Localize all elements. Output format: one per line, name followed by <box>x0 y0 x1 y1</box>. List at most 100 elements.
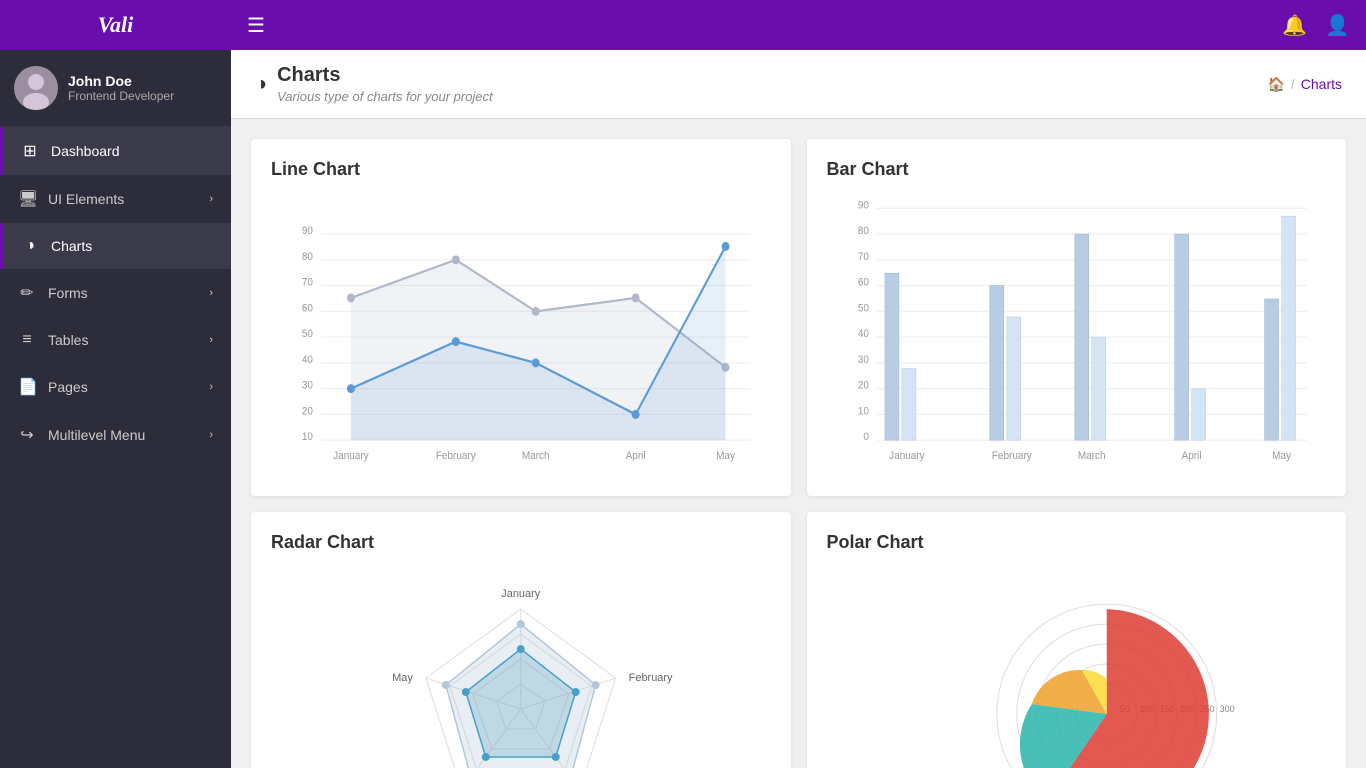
svg-text:30: 30 <box>302 379 313 392</box>
content-area: Line Chart 10 20 30 40 <box>231 119 1366 768</box>
ui-elements-icon: 🖥 <box>18 189 36 209</box>
svg-text:0: 0 <box>863 431 869 444</box>
svg-text:March: March <box>522 450 550 463</box>
avatar <box>14 66 58 110</box>
sidebar-item-charts[interactable]: ◑ Charts <box>0 223 231 269</box>
sidebar-item-ui-elements[interactable]: 🖥 UI Elements › <box>0 175 231 223</box>
dashboard-icon: ⊞ <box>21 141 39 161</box>
sidebar-item-tables[interactable]: ≡ Tables › <box>0 317 231 363</box>
sidebar-user-info: John Doe Frontend Developer <box>68 73 174 103</box>
svg-text:May: May <box>1272 450 1292 463</box>
bar-chart-title: Bar Chart <box>827 159 1327 180</box>
line-chart-card: Line Chart 10 20 30 40 <box>251 139 791 496</box>
sidebar-nav: ⊞ Dashboard 🖥 UI Elements › ◑ Charts ✏ F… <box>0 127 231 768</box>
breadcrumb: 🏠 / Charts <box>1267 76 1342 93</box>
breadcrumb-separator: / <box>1291 76 1295 92</box>
breadcrumb-current[interactable]: Charts <box>1301 76 1342 92</box>
main-content: ☰ 🔔 👤 ◑ Charts Various type of charts fo… <box>231 0 1366 768</box>
line-chart-title: Line Chart <box>271 159 771 180</box>
svg-text:300: 300 <box>1219 704 1234 714</box>
polar-chart-container: 300 250 200 150 100 50 <box>827 569 1327 768</box>
user-name: John Doe <box>68 73 174 89</box>
sidebar-item-label: UI Elements <box>48 191 209 207</box>
svg-text:80: 80 <box>857 225 868 238</box>
bar-chart-svg: 0 10 20 30 40 50 60 70 80 90 <box>827 196 1327 476</box>
charts-page-icon: ◑ <box>255 73 267 96</box>
sidebar: Vali John Doe Frontend Developer ⊞ Dashb… <box>0 0 231 768</box>
sidebar-item-multilevel[interactable]: ↪ Multilevel Menu › <box>0 411 231 459</box>
svg-text:10: 10 <box>302 431 313 444</box>
sidebar-item-label: Forms <box>48 285 209 301</box>
svg-text:90: 90 <box>302 225 313 238</box>
svg-text:20: 20 <box>302 405 313 418</box>
notification-icon[interactable]: 🔔 <box>1282 13 1307 38</box>
sidebar-item-label: Tables <box>48 332 209 348</box>
bar-chart-container: 0 10 20 30 40 50 60 70 80 90 <box>827 196 1327 476</box>
polar-chart-title: Polar Chart <box>827 532 1327 553</box>
polar-chart-card: Polar Chart 300 250 <box>807 512 1347 768</box>
svg-text:50: 50 <box>857 302 868 315</box>
svg-text:40: 40 <box>302 353 313 366</box>
polar-chart-svg: 300 250 200 150 100 50 <box>827 569 1327 768</box>
svg-text:January: January <box>501 588 541 600</box>
svg-text:30: 30 <box>857 353 868 366</box>
svg-text:March: March <box>1077 450 1105 463</box>
svg-text:January: January <box>889 450 925 463</box>
svg-text:January: January <box>333 450 369 463</box>
sidebar-item-label: Charts <box>51 238 213 254</box>
line-chart-container: 10 20 30 40 50 60 70 80 90 <box>271 196 771 476</box>
chevron-right-icon: › <box>209 429 213 441</box>
page-title-group: Charts Various type of charts for your p… <box>277 64 493 104</box>
svg-text:40: 40 <box>857 328 868 341</box>
svg-text:May: May <box>392 672 413 684</box>
svg-text:April: April <box>1181 450 1201 463</box>
user-role: Frontend Developer <box>68 89 174 103</box>
chevron-right-icon: › <box>209 193 213 205</box>
sidebar-item-label: Pages <box>48 379 209 395</box>
radar-chart-card: Radar Chart <box>251 512 791 768</box>
svg-text:10: 10 <box>857 405 868 418</box>
charts-grid: Line Chart 10 20 30 40 <box>251 139 1346 768</box>
svg-text:April: April <box>626 450 646 463</box>
svg-text:70: 70 <box>857 250 868 263</box>
page-header-left: ◑ Charts Various type of charts for your… <box>255 64 493 104</box>
multilevel-icon: ↪ <box>18 425 36 445</box>
sidebar-item-dashboard[interactable]: ⊞ Dashboard <box>0 127 231 175</box>
brand-name: Vali <box>98 12 133 38</box>
svg-text:70: 70 <box>302 276 313 289</box>
topbar-icons: 🔔 👤 <box>1282 13 1350 38</box>
sidebar-item-label: Multilevel Menu <box>48 427 209 443</box>
chevron-right-icon: › <box>209 287 213 299</box>
charts-icon: ◑ <box>21 237 39 255</box>
chevron-right-icon: › <box>209 334 213 346</box>
chevron-right-icon: › <box>209 381 213 393</box>
bar-chart-card: Bar Chart 0 10 20 30 40 50 60 70 80 90 <box>807 139 1347 496</box>
svg-text:20: 20 <box>857 379 868 392</box>
tables-icon: ≡ <box>18 331 36 349</box>
page-title: Charts <box>277 64 493 87</box>
sidebar-item-label: Dashboard <box>51 143 213 159</box>
page-subtitle: Various type of charts for your project <box>277 89 493 104</box>
sidebar-user: John Doe Frontend Developer <box>0 50 231 127</box>
pages-icon: 📄 <box>18 377 36 397</box>
svg-text:50: 50 <box>302 328 313 341</box>
sidebar-item-pages[interactable]: 📄 Pages › <box>0 363 231 411</box>
svg-text:May: May <box>716 450 736 463</box>
svg-text:February: February <box>629 672 673 684</box>
svg-text:80: 80 <box>302 250 313 263</box>
radar-chart-svg: January February March April May <box>271 569 771 768</box>
user-profile-icon[interactable]: 👤 <box>1325 13 1350 38</box>
menu-toggle-icon[interactable]: ☰ <box>247 13 265 38</box>
line-chart-svg: 10 20 30 40 50 60 70 80 90 <box>271 196 771 476</box>
svg-text:February: February <box>436 450 477 463</box>
topbar: ☰ 🔔 👤 <box>231 0 1366 50</box>
home-icon[interactable]: 🏠 <box>1267 76 1284 93</box>
svg-text:60: 60 <box>857 276 868 289</box>
svg-text:90: 90 <box>857 199 868 212</box>
forms-icon: ✏ <box>18 283 36 303</box>
svg-text:60: 60 <box>302 302 313 315</box>
radar-chart-container: January February March April May <box>271 569 771 768</box>
sidebar-item-forms[interactable]: ✏ Forms › <box>0 269 231 317</box>
radar-chart-title: Radar Chart <box>271 532 771 553</box>
sidebar-logo: Vali <box>0 0 231 50</box>
